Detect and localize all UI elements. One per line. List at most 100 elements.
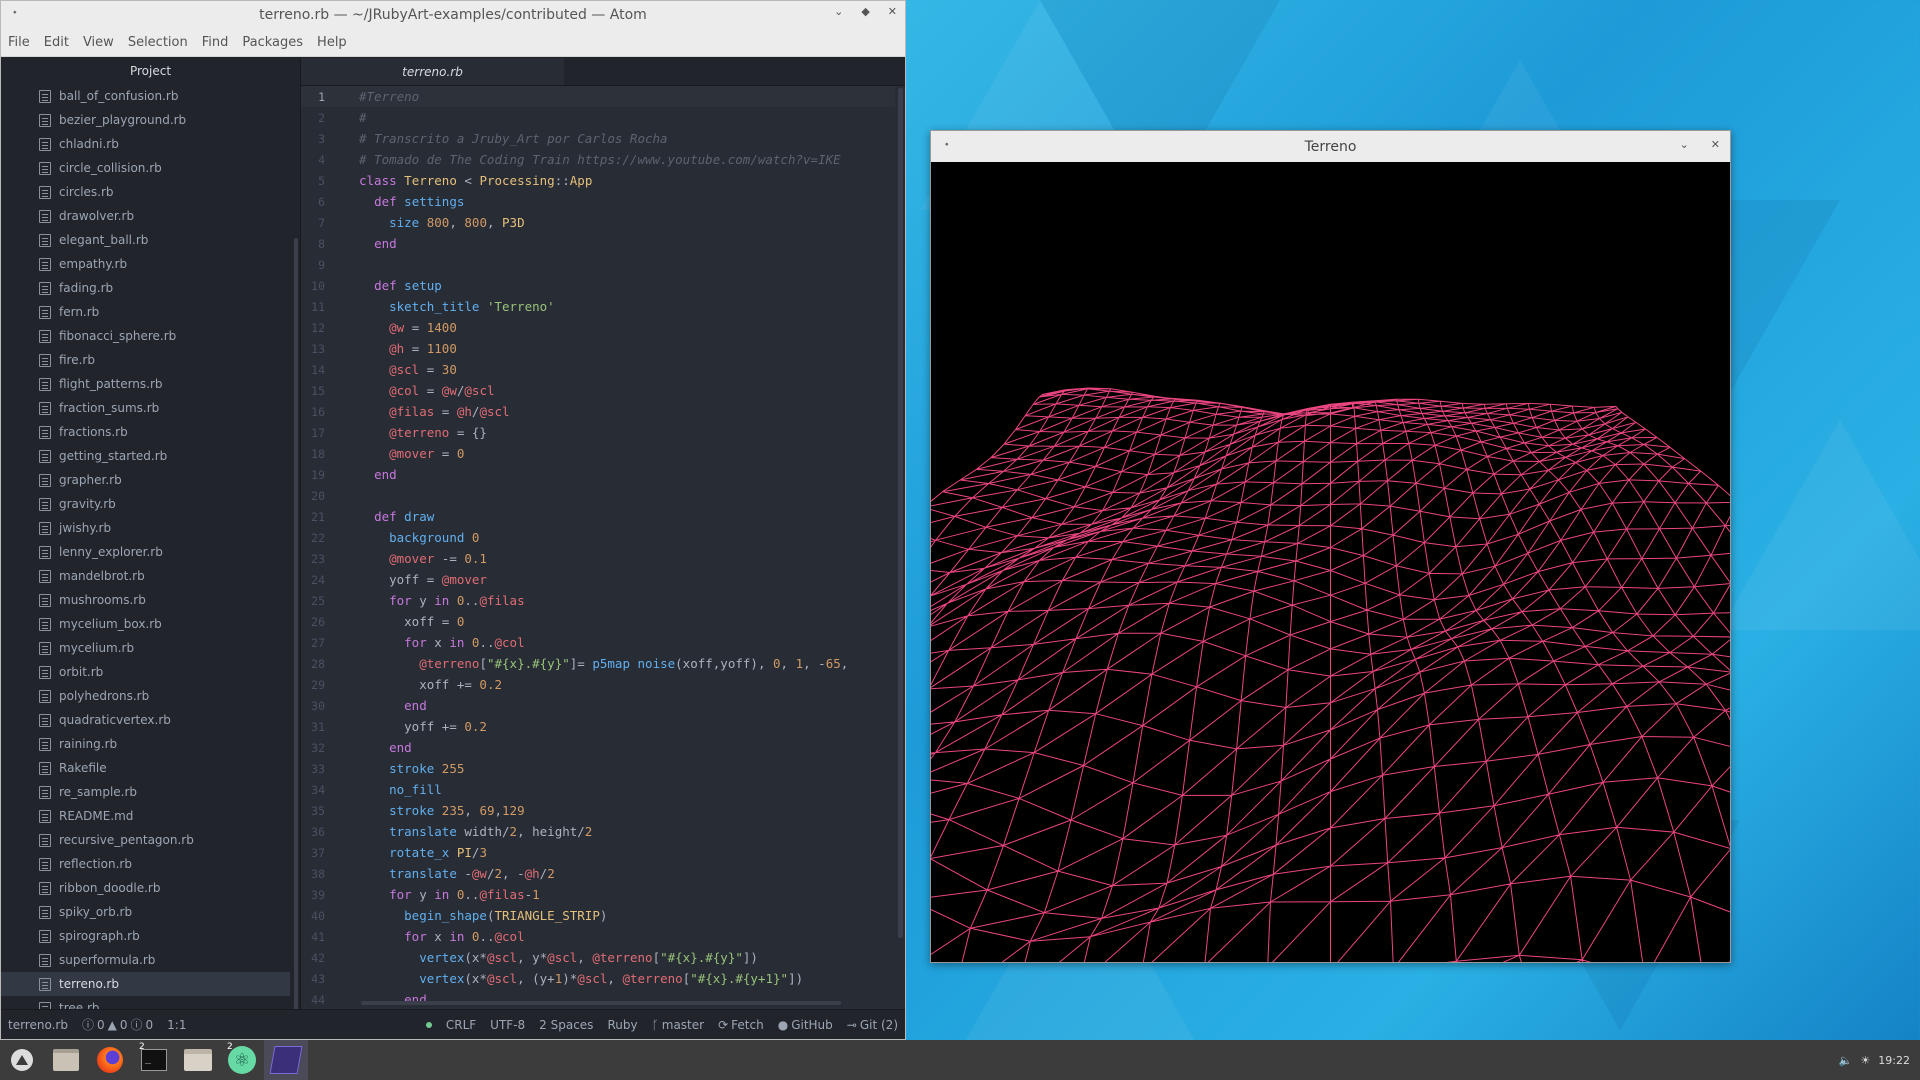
brightness-icon[interactable]: ☀ (1860, 1054, 1870, 1067)
code-line[interactable]: 15 @col = @w/@scl (301, 380, 895, 401)
terreno-titlebar[interactable]: ⬩ Terreno ⌄ ✕ (931, 131, 1730, 162)
code-line[interactable]: 27 for x in 0..@col (301, 632, 895, 653)
code-line[interactable]: 5 class Terreno < Processing::App (301, 170, 895, 191)
code-line[interactable]: 4 # Tomado de The Coding Train https://ww… (301, 149, 895, 170)
volume-icon[interactable]: 🔈 (1839, 1054, 1853, 1067)
tree-file-item[interactable]: circles.rb (1, 180, 290, 204)
code-area[interactable]: 1 #Terreno 2 #3 # Transcrito a Jruby_Art por… (301, 86, 895, 1009)
tree-file-item[interactable]: fern.rb (1, 300, 290, 324)
tree-file-item[interactable]: fibonacci_sphere.rb (1, 324, 290, 348)
tree-file-item[interactable]: quadraticvertex.rb (1, 708, 290, 732)
taskbar-firefox[interactable] (88, 1040, 132, 1080)
tree-file-item[interactable]: README.md (1, 804, 290, 828)
tree-file-item[interactable]: polyhedrons.rb (1, 684, 290, 708)
github-button[interactable]: ● GitHub (771, 1018, 840, 1032)
tree-file-item[interactable]: fire.rb (1, 348, 290, 372)
code-line[interactable]: 13 @h = 1100 (301, 338, 895, 359)
code-line[interactable]: 30 end (301, 695, 895, 716)
code-line[interactable]: 29 xoff += 0.2 (301, 674, 895, 695)
tree-file-item[interactable]: orbit.rb (1, 660, 290, 684)
code-line[interactable]: 35 stroke 235, 69,129 (301, 800, 895, 821)
tree-file-item[interactable]: mandelbrot.rb (1, 564, 290, 588)
encoding[interactable]: UTF-8 (483, 1018, 532, 1032)
code-line[interactable]: 26 xoff = 0 (301, 611, 895, 632)
code-line[interactable]: 12 @w = 1400 (301, 317, 895, 338)
atom-titlebar[interactable]: ⬩ terreno.rb — ~/JRubyArt-examples/contr… (1, 1, 905, 29)
tree-file-item[interactable]: mycelium_box.rb (1, 612, 290, 636)
fetch-button[interactable]: ⟳ Fetch (711, 1018, 771, 1032)
code-line[interactable]: 23 @mover -= 0.1 (301, 548, 895, 569)
code-line[interactable]: 39 for y in 0..@filas-1 (301, 884, 895, 905)
git-branch[interactable]: ᚴ master (645, 1018, 712, 1032)
code-line[interactable]: 34 no_fill (301, 779, 895, 800)
tree-file-item[interactable]: spiky_orb.rb (1, 900, 290, 924)
editor-pane[interactable]: terreno.rb 1 #Terreno 2 #3 # Transcrito a Jr… (301, 58, 905, 1009)
clock[interactable]: 19:22 (1878, 1054, 1910, 1067)
menu-packages[interactable]: Packages (235, 35, 310, 50)
tree-file-item[interactable]: Rakefile (1, 756, 290, 780)
tree-file-item[interactable]: jwishy.rb (1, 516, 290, 540)
menu-selection[interactable]: Selection (121, 35, 195, 50)
code-line[interactable]: 16 @filas = @h/@scl (301, 401, 895, 422)
editor-vertical-scrollbar[interactable] (898, 88, 903, 938)
project-tree-header[interactable]: Project (1, 58, 300, 84)
editor-horizontal-scrollbar[interactable] (361, 1001, 841, 1005)
taskbar-atom[interactable]: 2 ⚛ (220, 1040, 264, 1080)
tree-file-item[interactable]: getting_started.rb (1, 444, 290, 468)
code-line[interactable]: 37 rotate_x PI/3 (301, 842, 895, 863)
tree-file-item[interactable]: spirograph.rb (1, 924, 290, 948)
tree-file-item[interactable]: fraction_sums.rb (1, 396, 290, 420)
code-line[interactable]: 6 def settings (301, 191, 895, 212)
tree-file-item[interactable]: gravity.rb (1, 492, 290, 516)
tree-file-item[interactable]: ball_of_confusion.rb (1, 84, 290, 108)
code-line[interactable]: 43 vertex(x*@scl, (y+1)*@scl, @terreno["… (301, 968, 895, 989)
code-line[interactable]: 10 def setup (301, 275, 895, 296)
window-menu-icon[interactable]: ⬩ (13, 7, 17, 18)
code-line[interactable]: 22 background 0 (301, 527, 895, 548)
tree-file-item[interactable]: elegant_ball.rb (1, 228, 290, 252)
taskbar-file-manager[interactable] (44, 1040, 88, 1080)
indentation[interactable]: 2 Spaces (532, 1018, 600, 1032)
taskbar-system-menu[interactable] (0, 1040, 44, 1080)
tree-file-item[interactable]: mushrooms.rb (1, 588, 290, 612)
tree-scrollbar[interactable] (294, 238, 298, 1009)
code-line[interactable]: 21 def draw (301, 506, 895, 527)
tree-file-item[interactable]: bezier_playground.rb (1, 108, 290, 132)
minimize-icon[interactable]: ⌄ (834, 5, 843, 18)
code-line[interactable]: 44 end (301, 989, 895, 1009)
status-diagnostics[interactable]: ⓘ 0 ▲ 0 ⓘ 0 (75, 1016, 160, 1033)
tree-file-item[interactable]: circle_collision.rb (1, 156, 290, 180)
menu-file[interactable]: File (1, 35, 37, 50)
code-line[interactable]: 38 translate -@w/2, -@h/2 (301, 863, 895, 884)
tree-file-item[interactable]: recursive_pentagon.rb (1, 828, 290, 852)
taskbar-terreno[interactable] (264, 1040, 308, 1080)
tree-file-item[interactable]: reflection.rb (1, 852, 290, 876)
code-line[interactable]: 14 @scl = 30 (301, 359, 895, 380)
tree-file-item[interactable]: fractions.rb (1, 420, 290, 444)
code-line[interactable]: 24 yoff = @mover (301, 569, 895, 590)
code-line[interactable]: 28 @terreno["#{x}.#{y}"]= p5map noise(xo… (301, 653, 895, 674)
code-line[interactable]: 33 stroke 255 (301, 758, 895, 779)
code-line[interactable]: 32 end (301, 737, 895, 758)
tree-file-item[interactable]: tree.rb (1, 996, 290, 1009)
maximize-icon[interactable]: ◆ (861, 5, 869, 18)
tree-file-item[interactable]: drawolver.rb (1, 204, 290, 228)
code-line[interactable]: 8 end (301, 233, 895, 254)
code-line[interactable]: 41 for x in 0..@col (301, 926, 895, 947)
menu-view[interactable]: View (76, 35, 121, 50)
tree-file-item[interactable]: lenny_explorer.rb (1, 540, 290, 564)
tree-file-item[interactable]: re_sample.rb (1, 780, 290, 804)
code-line[interactable]: 17 @terreno = {} (301, 422, 895, 443)
code-line[interactable]: 36 translate width/2, height/2 (301, 821, 895, 842)
menu-edit[interactable]: Edit (37, 35, 76, 50)
code-line[interactable]: 7 size 800, 800, P3D (301, 212, 895, 233)
taskbar-folder[interactable] (176, 1040, 220, 1080)
line-ending[interactable]: CRLF (439, 1018, 483, 1032)
menu-help[interactable]: Help (310, 35, 354, 50)
tree-file-item[interactable]: fading.rb (1, 276, 290, 300)
code-line[interactable]: 18 @mover = 0 (301, 443, 895, 464)
tree-file-item[interactable]: grapher.rb (1, 468, 290, 492)
tree-file-item[interactable]: ribbon_doodle.rb (1, 876, 290, 900)
code-line[interactable]: 1 #Terreno (301, 86, 895, 107)
tab-terreno[interactable]: terreno.rb (301, 58, 564, 85)
